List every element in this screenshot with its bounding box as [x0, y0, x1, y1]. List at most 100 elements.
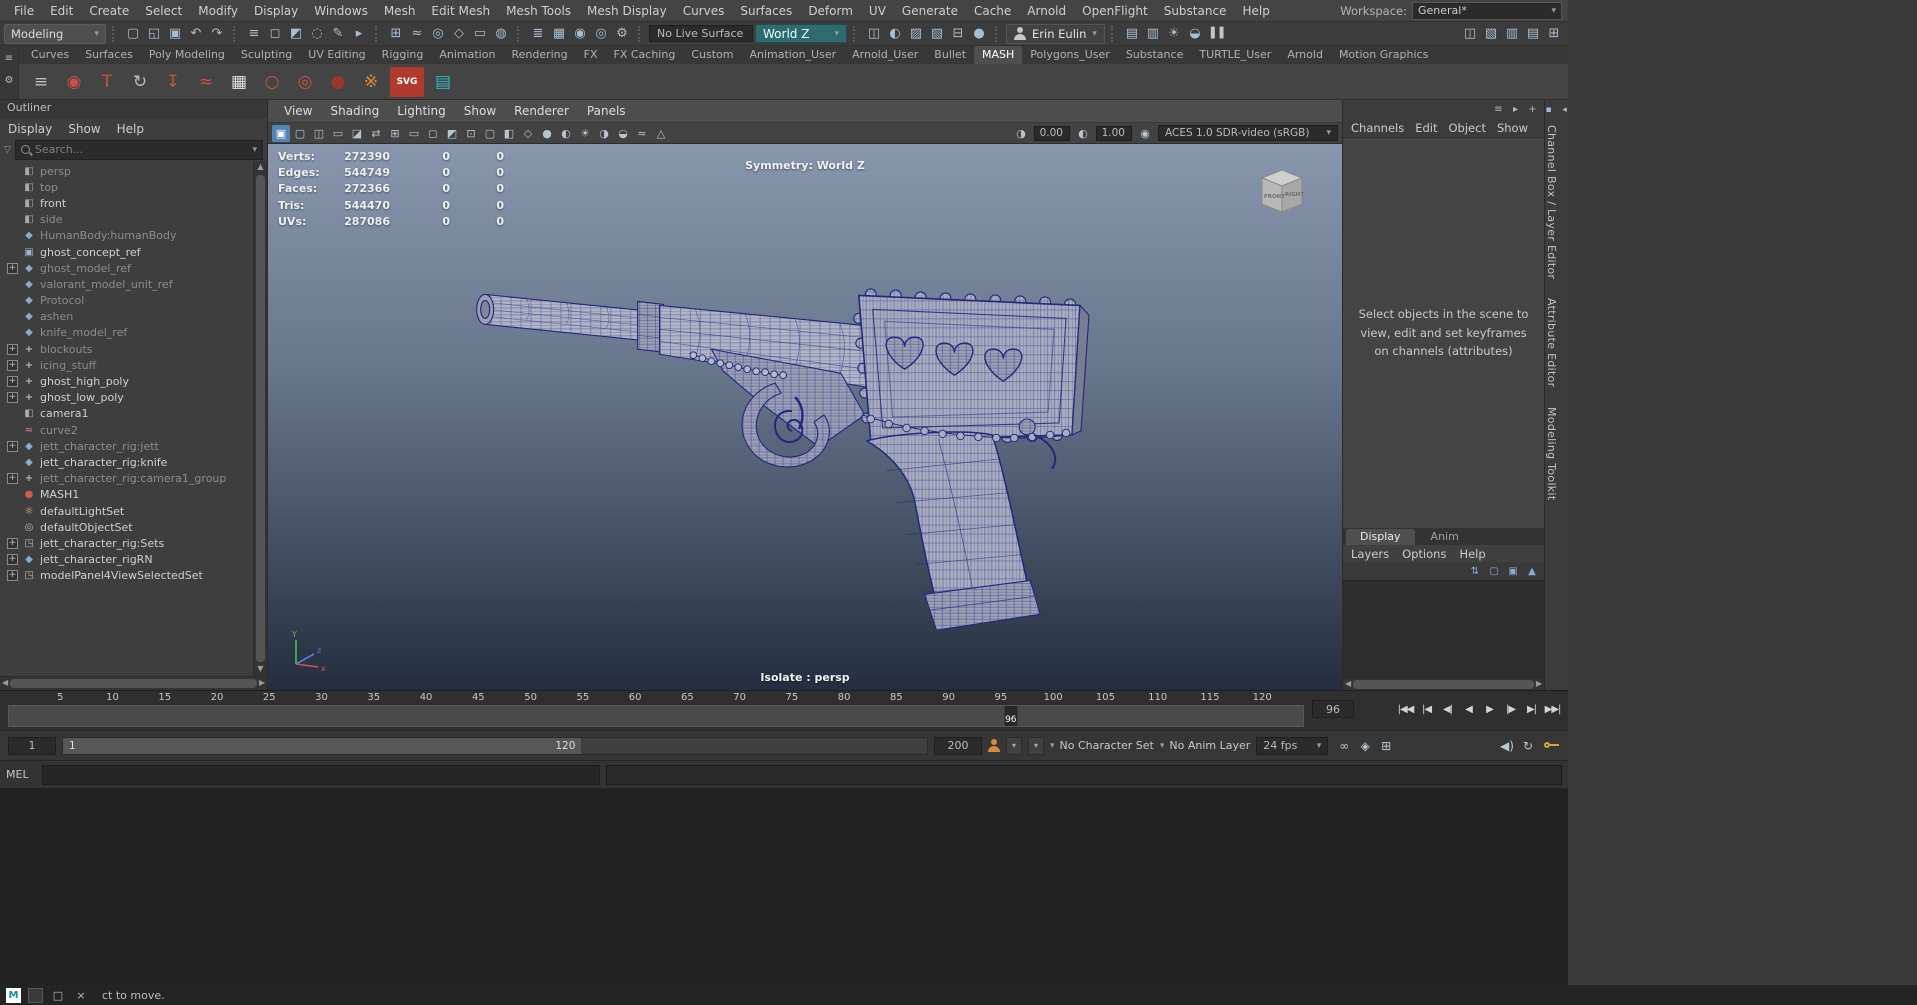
step-back-frame-icon[interactable]: ◀| [1438, 699, 1457, 719]
shelf-tab-polygons-user[interactable]: Polygons_User [1022, 46, 1118, 64]
close-window-icon[interactable]: × [73, 989, 89, 1002]
shelf-tab-curves[interactable]: Curves [23, 46, 77, 64]
menu-help[interactable]: Help [1234, 2, 1277, 20]
exposure-icon[interactable]: ◑ [1012, 125, 1030, 142]
view-cube[interactable]: FRONT RIGHT [1250, 162, 1314, 220]
gamma-icon[interactable]: ◐ [1074, 125, 1092, 142]
film-gate-icon[interactable]: ▭ [405, 125, 423, 142]
outliner-item-ghost-low-poly[interactable]: + + ghost_low_poly [0, 390, 253, 406]
app-icon[interactable] [28, 987, 43, 1003]
layer-scrollbar[interactable]: ◀ ▶ [1343, 678, 1544, 690]
backface-culling-icon[interactable]: ▨ [906, 24, 926, 44]
shelf-tab-custom[interactable]: Custom [683, 46, 741, 64]
outliner-item-jett-character-rigrn[interactable]: + ◆ jett_character_rigRN [0, 552, 253, 568]
confetti-icon[interactable]: ※ [357, 68, 385, 96]
field-chart-icon[interactable]: ⊡ [462, 125, 480, 142]
layer-tab-anim[interactable]: Anim [1417, 529, 1473, 545]
step-back-key-icon[interactable]: |◀ [1417, 699, 1436, 719]
anim-layer-selector[interactable]: ▾ No Anim Layer [1160, 739, 1250, 752]
outliner-horizontal-scrollbar[interactable]: ◀ ▶ [0, 676, 267, 690]
menu-uv[interactable]: UV [861, 2, 894, 20]
layer-tab-display[interactable]: Display [1346, 529, 1415, 545]
shelf-tab-arnold[interactable]: Arnold [1279, 46, 1331, 64]
open-render-view-icon[interactable]: ▦ [549, 24, 569, 44]
two-d-pan-zoom-icon[interactable]: ⇄ [367, 125, 385, 142]
shelf-tab-turtle-user[interactable]: TURTLE_User [1191, 46, 1279, 64]
character-set-option-icon[interactable]: ▾ [1006, 736, 1022, 755]
ring-primitive-icon[interactable]: ○ [258, 68, 286, 96]
outliner-item-jett-character-rig-camera1-group[interactable]: + + jett_character_rig:camera1_group [0, 471, 253, 487]
timeline-track[interactable]: 96 [8, 705, 1304, 727]
shelf-tab-rendering[interactable]: Rendering [503, 46, 575, 64]
menu-select[interactable]: Select [137, 2, 190, 20]
menu-edit-mesh[interactable]: Edit Mesh [423, 2, 498, 20]
snap-to-projected-center-icon[interactable]: ◇ [449, 24, 469, 44]
expand-toggle-icon[interactable]: + [7, 537, 18, 549]
select-by-component-icon[interactable]: ◩ [286, 24, 306, 44]
scrollbar-thumb[interactable] [1353, 679, 1534, 689]
panel-menu-renderer[interactable]: Renderer [506, 104, 577, 118]
expand-toggle-icon[interactable]: + [7, 473, 18, 485]
menu-display[interactable]: Display [246, 2, 306, 20]
isolate-select-icon[interactable]: △ [652, 125, 670, 142]
auto-key-icon[interactable]: ◈ [1355, 736, 1375, 756]
collapse-panel-icon[interactable]: ◂ [1557, 103, 1572, 117]
outliner-item-mash1[interactable]: ● MASH1 [0, 487, 253, 503]
toggle-attribute-editor-icon[interactable]: ▥ [1502, 24, 1522, 44]
textured-display-icon[interactable]: ◐ [557, 125, 575, 142]
outliner-item-ghost-concept-ref[interactable]: ▣ ghost_concept_ref [0, 244, 253, 260]
select-by-hierarchy-icon[interactable]: ≡ [244, 24, 264, 44]
menu-deform[interactable]: Deform [800, 2, 861, 20]
select-by-object-icon[interactable]: ◻ [265, 24, 285, 44]
save-scene-icon[interactable]: ▣ [165, 24, 185, 44]
panel-menu-show[interactable]: Show [456, 104, 504, 118]
import-tray-icon[interactable]: ↧ [159, 68, 187, 96]
symmetry-axis-selector[interactable]: World Z ▾ [755, 24, 847, 43]
redo-icon[interactable]: ↷ [207, 24, 227, 44]
go-to-start-icon[interactable]: |◀◀ [1396, 699, 1415, 719]
lock-camera-icon[interactable]: ▢ [291, 125, 309, 142]
outliner-item-persp[interactable]: ◧ persp [0, 163, 253, 179]
outliner-item-ashen[interactable]: ◆ ashen [0, 309, 253, 325]
outliner-item-icing-stuff[interactable]: + + icing_stuff [0, 357, 253, 373]
shelf-gear-icon[interactable]: ⚙ [2, 73, 16, 87]
ao-toggle-icon[interactable]: ◒ [614, 125, 632, 142]
menu-modify[interactable]: Modify [190, 2, 246, 20]
framerate-selector[interactable]: 24 fps ▾ [1256, 736, 1329, 755]
render-settings-icon[interactable]: ⚙ [612, 24, 632, 44]
shelf-tab-fx-caching[interactable]: FX Caching [606, 46, 684, 64]
character-set-selector[interactable]: ▾ No Character Set [1050, 739, 1154, 752]
bookmark-icon[interactable]: ▭ [329, 125, 347, 142]
menu-arnold[interactable]: Arnold [1019, 2, 1074, 20]
checker-texture-icon[interactable]: ▦ [225, 68, 253, 96]
camera-attributes-icon[interactable]: ◫ [310, 125, 328, 142]
outliner-item-ghost-model-ref[interactable]: + ◆ ghost_model_ref [0, 260, 253, 276]
open-scene-icon[interactable]: ◱ [144, 24, 164, 44]
expand-toggle-icon[interactable]: + [7, 392, 18, 404]
pause-icon[interactable]: ▌▌ [1211, 28, 1228, 39]
outliner-item-top[interactable]: ◧ top [0, 179, 253, 195]
outliner-item-ghost-high-poly[interactable]: + + ghost_high_poly [0, 373, 253, 389]
expand-toggle-icon[interactable]: + [7, 262, 18, 274]
play-backwards-icon[interactable]: ◀ [1459, 699, 1478, 719]
outliner-item-side[interactable]: ◧ side [0, 212, 253, 228]
restore-window-icon[interactable]: □ [50, 989, 66, 1002]
expand-toggle-icon[interactable]: + [7, 554, 18, 566]
shelf-tab-fx[interactable]: FX [576, 46, 606, 64]
toggle-channel-box-icon[interactable]: ▤ [1523, 24, 1543, 44]
expand-toggle-icon[interactable]: + [7, 376, 18, 388]
toggle-modeling-toolkit-icon[interactable]: ▧ [1481, 24, 1501, 44]
go-to-end-icon[interactable]: ▶▶| [1543, 699, 1562, 719]
expand-toggle-icon[interactable]: + [7, 570, 18, 582]
menu-curves[interactable]: Curves [675, 2, 733, 20]
layer-new-from-selected-icon[interactable]: ▣ [1505, 563, 1521, 579]
curve-warp-icon[interactable]: ≈ [192, 68, 220, 96]
shelf-tab-animation[interactable]: Animation [431, 46, 503, 64]
outliner-item-blockouts[interactable]: + + blockouts [0, 341, 253, 357]
layer-menu-options[interactable]: Options [1402, 547, 1446, 561]
channel-menu-channels[interactable]: Channels [1351, 121, 1404, 135]
outliner-menu-help[interactable]: Help [117, 122, 144, 136]
outliner-item-humanbody-humanbody[interactable]: ◆ HumanBody:humanBody [0, 228, 253, 244]
layer-menu-layers[interactable]: Layers [1351, 547, 1389, 561]
menu-surfaces[interactable]: Surfaces [732, 2, 800, 20]
